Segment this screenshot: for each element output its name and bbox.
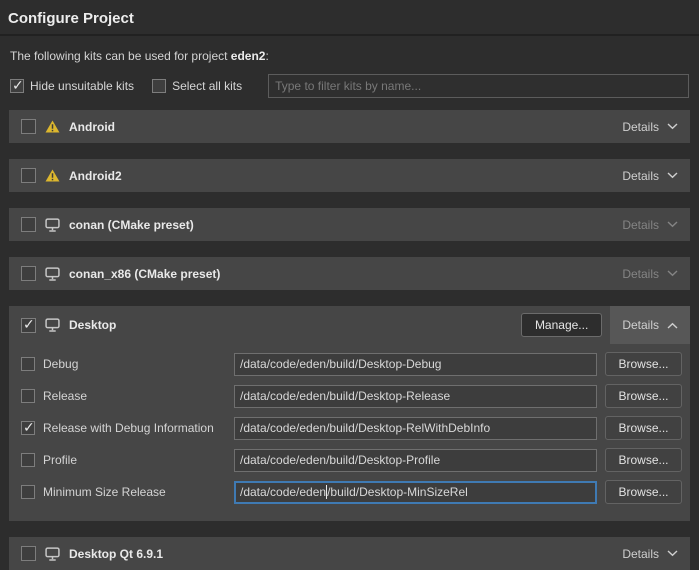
- chevron-down-icon: [667, 550, 678, 557]
- warning-icon: [45, 169, 60, 182]
- details-label: Details: [622, 120, 659, 134]
- config-label: Debug: [43, 357, 78, 371]
- kit-header[interactable]: Desktop Manage... Details: [9, 306, 690, 344]
- browse-button[interactable]: Browse...: [605, 480, 682, 504]
- config-checkbox-group[interactable]: Minimum Size Release: [21, 485, 234, 499]
- details-toggle[interactable]: Details: [610, 257, 690, 290]
- chevron-down-icon: [667, 221, 678, 228]
- config-checkbox-group[interactable]: Release: [21, 389, 234, 403]
- chevron-down-icon: [667, 172, 678, 179]
- project-name: eden2: [231, 49, 266, 63]
- kit-row-android: Android Details: [9, 110, 690, 143]
- kit-name: Desktop Qt 6.9.1: [69, 547, 163, 561]
- config-checkbox[interactable]: [21, 357, 35, 371]
- browse-button[interactable]: Browse...: [605, 352, 682, 376]
- desktop-icon: [45, 218, 60, 232]
- manage-kits-button[interactable]: Manage...: [521, 313, 602, 337]
- build-config-row-release: Release /data/code/eden/build/Desktop-Re…: [9, 384, 690, 408]
- config-checkbox[interactable]: [21, 389, 35, 403]
- details-toggle[interactable]: Details: [610, 208, 690, 241]
- build-dir-input[interactable]: /data/code/eden/build/Desktop-RelWithDeb…: [234, 417, 597, 440]
- build-dir-input[interactable]: /data/code/eden/build/Desktop-Release: [234, 385, 597, 408]
- kit-checkbox[interactable]: [21, 318, 36, 333]
- checkbox-icon[interactable]: [152, 79, 166, 93]
- hide-unsuitable-kits-checkbox[interactable]: Hide unsuitable kits: [10, 79, 134, 93]
- intro-text: The following kits can be used for proje…: [10, 49, 689, 63]
- kit-controls: Hide unsuitable kits Select all kits: [10, 74, 689, 98]
- details-toggle[interactable]: Details: [610, 110, 690, 143]
- kit-header[interactable]: conan (CMake preset) Details: [9, 208, 690, 241]
- kit-header[interactable]: conan_x86 (CMake preset) Details: [9, 257, 690, 290]
- select-all-kits-label: Select all kits: [172, 79, 242, 93]
- kit-checkbox[interactable]: [21, 266, 36, 281]
- warning-icon: [45, 120, 60, 133]
- kit-name: Android2: [69, 169, 122, 183]
- config-label: Release with Debug Information: [43, 421, 214, 435]
- checkbox-icon[interactable]: [10, 79, 24, 93]
- kit-row-conan-x86: conan_x86 (CMake preset) Details: [9, 257, 690, 290]
- details-toggle[interactable]: Details: [610, 159, 690, 192]
- desktop-icon: [45, 318, 60, 332]
- desktop-icon: [45, 547, 60, 561]
- config-label: Release: [43, 389, 87, 403]
- config-checkbox[interactable]: [21, 485, 35, 499]
- browse-button[interactable]: Browse...: [605, 384, 682, 408]
- kit-row-desktop-qt: Desktop Qt 6.9.1 Details: [9, 537, 690, 570]
- details-toggle[interactable]: Details: [610, 537, 690, 570]
- hide-unsuitable-kits-label: Hide unsuitable kits: [30, 79, 134, 93]
- kit-row-android2: Android2 Details: [9, 159, 690, 192]
- build-config-row-relwithdebinfo: Release with Debug Information /data/cod…: [9, 416, 690, 440]
- config-label: Minimum Size Release: [43, 485, 166, 499]
- chevron-down-icon: [667, 270, 678, 277]
- kit-name: Android: [69, 120, 115, 134]
- chevron-down-icon: [667, 123, 678, 130]
- config-checkbox[interactable]: [21, 453, 35, 467]
- details-label: Details: [622, 547, 659, 561]
- details-label: Details: [622, 169, 659, 183]
- browse-button[interactable]: Browse...: [605, 448, 682, 472]
- config-checkbox-group[interactable]: Debug: [21, 357, 234, 371]
- kit-header[interactable]: Desktop Qt 6.9.1 Details: [9, 537, 690, 570]
- build-dir-input[interactable]: /data/code/eden/build/Desktop-Profile: [234, 449, 597, 472]
- kit-filter-input[interactable]: [268, 74, 689, 98]
- kit-list: Android Details Android2 Details: [9, 110, 690, 570]
- kit-checkbox[interactable]: [21, 168, 36, 183]
- build-config-row-minsizerel: Minimum Size Release /data/code/eden/bui…: [9, 480, 690, 504]
- details-toggle[interactable]: Details: [610, 306, 690, 344]
- browse-button[interactable]: Browse...: [605, 416, 682, 440]
- build-config-row-debug: Debug /data/code/eden/build/Desktop-Debu…: [9, 352, 690, 376]
- kit-row-desktop: Desktop Manage... Details Debug /data/co…: [9, 306, 690, 521]
- config-label: Profile: [43, 453, 77, 467]
- details-label: Details: [622, 218, 659, 232]
- page-title: Configure Project: [0, 0, 699, 34]
- config-checkbox-group[interactable]: Release with Debug Information: [21, 421, 234, 435]
- kit-checkbox[interactable]: [21, 217, 36, 232]
- kit-checkbox[interactable]: [21, 119, 36, 134]
- details-label: Details: [622, 267, 659, 281]
- build-dir-input-focused[interactable]: /data/code/eden/build/Desktop-MinSizeRel: [234, 481, 597, 504]
- kit-header[interactable]: Android2 Details: [9, 159, 690, 192]
- select-all-kits-checkbox[interactable]: Select all kits: [152, 79, 242, 93]
- chevron-up-icon: [667, 322, 678, 329]
- details-label: Details: [622, 318, 659, 332]
- kit-name: conan (CMake preset): [69, 218, 194, 232]
- desktop-icon: [45, 267, 60, 281]
- kit-name: Desktop: [69, 318, 116, 332]
- kit-checkbox[interactable]: [21, 546, 36, 561]
- kit-name: conan_x86 (CMake preset): [69, 267, 220, 281]
- build-dir-input[interactable]: /data/code/eden/build/Desktop-Debug: [234, 353, 597, 376]
- kit-header[interactable]: Android Details: [9, 110, 690, 143]
- config-checkbox[interactable]: [21, 421, 35, 435]
- config-checkbox-group[interactable]: Profile: [21, 453, 234, 467]
- title-separator: [0, 34, 699, 36]
- build-config-row-profile: Profile /data/code/eden/build/Desktop-Pr…: [9, 448, 690, 472]
- kit-row-conan: conan (CMake preset) Details: [9, 208, 690, 241]
